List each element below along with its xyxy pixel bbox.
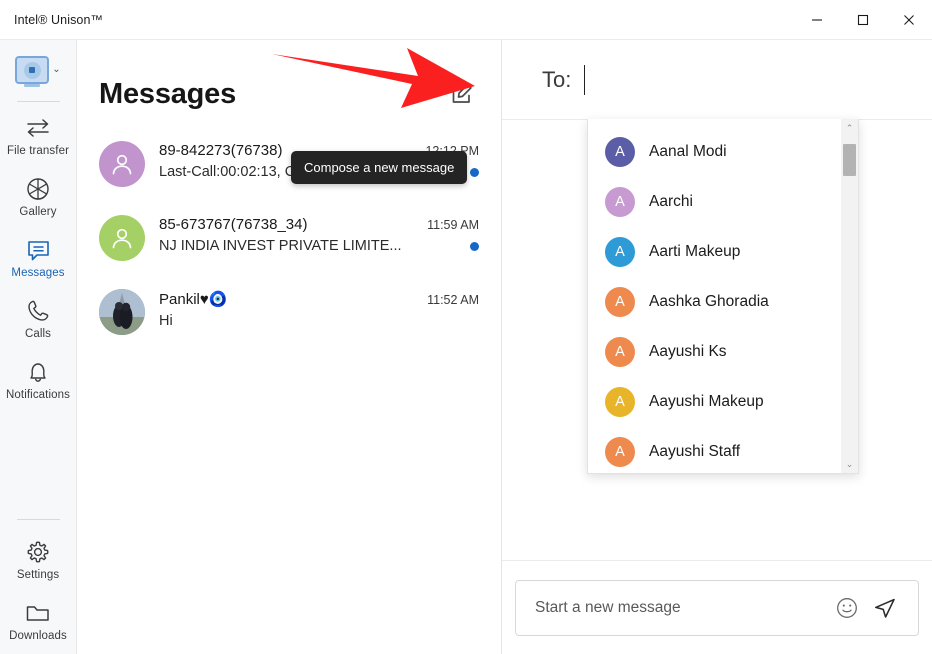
message-compose-bar: Start a new message xyxy=(502,560,932,654)
scroll-up-arrow-icon[interactable]: ⌃ xyxy=(841,119,858,137)
contact-avatar: A xyxy=(605,437,635,467)
contact-item-4[interactable]: A Aashka Ghoradia xyxy=(588,277,841,327)
contact-name: Aayushi Staff xyxy=(649,443,740,461)
sidebar-nav: ⌄ File transfer xyxy=(0,40,77,654)
contact-name: Aarti Makeup xyxy=(649,243,740,261)
message-input-placeholder: Start a new message xyxy=(535,599,826,617)
contact-avatar: A xyxy=(605,237,635,267)
scrollbar-thumb[interactable] xyxy=(843,144,856,176)
send-paper-plane-icon[interactable] xyxy=(868,591,902,625)
window-title: Intel® Unison™ xyxy=(0,13,103,27)
contact-list: A Aanal Modi A Aarchi A Aarti Makeup xyxy=(588,119,841,473)
sidebar-item-messages[interactable]: Messages xyxy=(2,228,74,286)
main-body: ⌄ File transfer xyxy=(0,40,932,654)
messages-header: Messages xyxy=(77,40,501,120)
scroll-down-arrow-icon[interactable]: ⌄ xyxy=(841,455,858,473)
smiley-face-icon[interactable] xyxy=(830,591,864,625)
contact-name: Aarchi xyxy=(649,193,693,211)
sidebar-label-gallery: Gallery xyxy=(19,206,56,218)
sidebar-item-settings[interactable]: Settings xyxy=(2,530,74,588)
maximize-button[interactable] xyxy=(840,0,886,40)
contact-item-1[interactable]: A Aanal Modi xyxy=(588,127,841,177)
bell-icon xyxy=(26,359,50,385)
to-input[interactable] xyxy=(571,40,932,119)
avatar xyxy=(99,141,145,187)
contact-item-2[interactable]: A Aarchi xyxy=(588,177,841,227)
contact-item-3[interactable]: A Aarti Makeup xyxy=(588,227,841,277)
monitor-device-icon xyxy=(15,56,49,84)
messages-chat-icon xyxy=(26,237,51,263)
conversation-row-2[interactable]: 85-673767(76738_34) 11:59 AM NJ INDIA IN… xyxy=(77,204,501,278)
sidebar-divider-top xyxy=(17,101,60,102)
intel-unison-window: Intel® Unison™ ⌄ xyxy=(0,0,932,654)
gear-icon xyxy=(26,539,50,565)
phone-icon xyxy=(26,298,50,324)
sidebar-item-downloads[interactable]: Downloads xyxy=(2,591,74,649)
sidebar-label-file-transfer: File transfer xyxy=(7,145,69,157)
conversation-row-3[interactable]: Pankil♥🧿 11:52 AM Hi xyxy=(77,278,501,352)
sidebar-divider-bottom xyxy=(17,519,60,520)
dropdown-scrollbar[interactable]: ⌃ ⌄ xyxy=(841,119,858,473)
messages-list-pane: Messages xyxy=(77,40,502,654)
unread-indicator xyxy=(470,168,479,177)
window-controls xyxy=(794,0,932,40)
sidebar-label-settings: Settings xyxy=(17,569,59,581)
contact-item-5[interactable]: A Aayushi Ks xyxy=(588,327,841,377)
to-field-bar: To: xyxy=(502,40,932,120)
message-thread-area: A Aanal Modi A Aarchi A Aarti Makeup xyxy=(502,120,932,560)
device-selector[interactable]: ⌄ xyxy=(15,56,60,84)
sidebar-items: File transfer Gallery xyxy=(0,106,76,411)
contact-item-7[interactable]: A Aayushi Staff xyxy=(588,427,841,473)
contact-suggestions-dropdown: A Aanal Modi A Aarchi A Aarti Makeup xyxy=(587,119,859,474)
conversation-name: Pankil♥🧿 xyxy=(159,290,227,308)
compose-pane: To: A Aanal Modi A Aarchi xyxy=(502,40,932,654)
contact-name: Aanal Modi xyxy=(649,143,727,161)
contact-name: Aashka Ghoradia xyxy=(649,293,769,311)
chevron-down-icon: ⌄ xyxy=(52,65,60,75)
gallery-aperture-icon xyxy=(26,176,50,202)
conversation-time: 11:52 AM xyxy=(419,293,479,307)
conversation-name: 85-673767(76738_34) xyxy=(159,216,307,233)
minimize-button[interactable] xyxy=(794,0,840,40)
sidebar-label-notifications: Notifications xyxy=(6,389,70,401)
contact-avatar: A xyxy=(605,137,635,167)
sidebar-bottom-group: Settings Downloads xyxy=(0,511,76,654)
conversation-preview: Hi xyxy=(159,313,173,329)
unread-indicator xyxy=(470,242,479,251)
contact-avatar: A xyxy=(605,187,635,217)
page-title: Messages xyxy=(99,78,236,111)
conversation-name: 89-842273(76738) xyxy=(159,142,282,159)
to-label: To: xyxy=(542,67,571,93)
conversation-preview: NJ INDIA INVEST PRIVATE LIMITE... xyxy=(159,238,402,254)
message-input[interactable]: Start a new message xyxy=(515,580,919,636)
file-transfer-icon xyxy=(25,115,51,141)
sidebar-label-messages: Messages xyxy=(11,267,64,279)
sidebar-item-calls[interactable]: Calls xyxy=(2,289,74,347)
sidebar-item-notifications[interactable]: Notifications xyxy=(2,350,74,408)
text-caret xyxy=(584,65,585,95)
avatar xyxy=(99,215,145,261)
title-bar: Intel® Unison™ xyxy=(0,0,932,40)
sidebar-label-downloads: Downloads xyxy=(9,630,67,642)
contact-avatar: A xyxy=(605,287,635,317)
sidebar-label-calls: Calls xyxy=(25,328,51,340)
contact-item-6[interactable]: A Aayushi Makeup xyxy=(588,377,841,427)
sidebar-item-gallery[interactable]: Gallery xyxy=(2,167,74,225)
contact-name: Aayushi Makeup xyxy=(649,393,764,411)
close-button[interactable] xyxy=(886,0,932,40)
compose-new-message-button[interactable] xyxy=(445,77,479,111)
folder-icon xyxy=(25,600,51,626)
compose-tooltip: Compose a new message xyxy=(291,151,467,184)
contact-avatar: A xyxy=(605,337,635,367)
avatar xyxy=(99,289,145,335)
sidebar-item-file-transfer[interactable]: File transfer xyxy=(2,106,74,164)
conversation-time: 11:59 AM xyxy=(419,218,479,232)
contact-avatar: A xyxy=(605,387,635,417)
contact-name: Aayushi Ks xyxy=(649,343,727,361)
